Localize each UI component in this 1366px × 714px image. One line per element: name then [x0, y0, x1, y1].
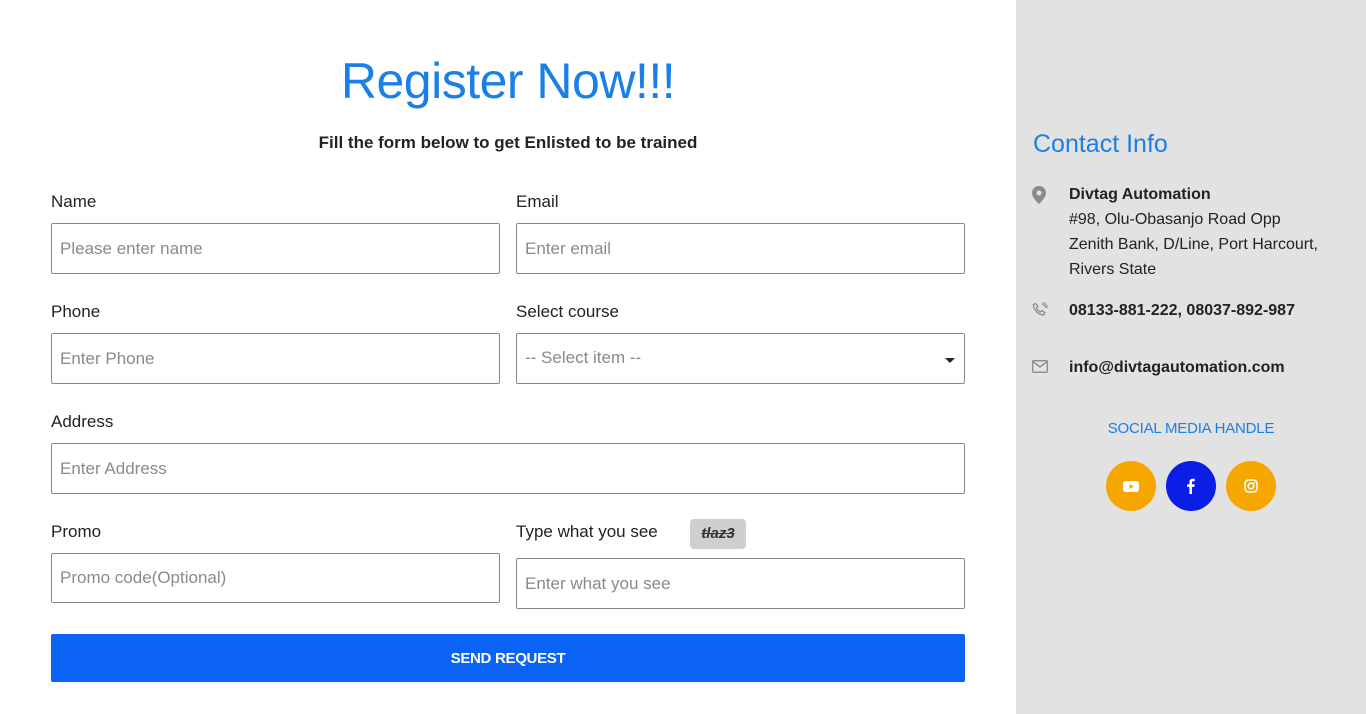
address-input[interactable] — [51, 443, 965, 494]
contact-sidebar: Contact Info Divtag Automation #98, Olu-… — [1016, 0, 1366, 714]
phone-numbers: 08133-881-222, 08037-892-987 — [1069, 302, 1295, 319]
page-title: Register Now!!! — [340, 53, 676, 109]
captcha-input[interactable] — [516, 558, 965, 609]
map-pin-icon — [1032, 186, 1052, 204]
envelope-icon — [1032, 360, 1052, 378]
promo-input[interactable] — [51, 553, 500, 603]
course-label: Select course — [516, 302, 619, 321]
chevron-down-icon — [945, 358, 955, 363]
contact-phones: 08133-881-222, 08037-892-987 — [1069, 298, 1295, 323]
name-label: Name — [51, 192, 97, 211]
send-request-button[interactable]: SEND REQUEST — [51, 634, 965, 682]
address-line-1: #98, Olu-Obasanjo Road Opp — [1069, 211, 1281, 228]
social-media-title: SOCIAL MEDIA HANDLE — [1107, 420, 1275, 437]
contact-title: Contact Info — [1033, 130, 1168, 158]
facebook-icon[interactable] — [1166, 461, 1216, 511]
youtube-icon[interactable] — [1106, 461, 1156, 511]
form-subtitle: Fill the form below to get Enlisted to b… — [318, 133, 698, 152]
captcha-image: tlaz3 — [690, 519, 746, 549]
promo-label: Promo — [51, 522, 102, 541]
email-address: info@divtagautomation.com — [1069, 359, 1285, 376]
phone-input[interactable] — [51, 333, 500, 384]
phone-icon — [1032, 302, 1052, 320]
email-label: Email — [516, 192, 559, 211]
course-selected-value: -- Select item -- — [525, 348, 642, 367]
address-line-3: Rivers State — [1069, 261, 1157, 278]
company-name: Divtag Automation — [1069, 186, 1211, 203]
course-select[interactable]: -- Select item -- — [516, 333, 965, 384]
address-line-2: Zenith Bank, D/Line, Port Harcourt, — [1069, 236, 1318, 253]
phone-label: Phone — [51, 302, 101, 321]
captcha-label: Type what you see — [516, 522, 658, 541]
registration-form-section: Register Now!!! Fill the form below to g… — [0, 0, 1016, 714]
name-input[interactable] — [51, 223, 500, 274]
contact-email: info@divtagautomation.com — [1069, 355, 1285, 380]
contact-address-block: Divtag Automation #98, Olu-Obasanjo Road… — [1069, 182, 1318, 282]
instagram-icon[interactable] — [1226, 461, 1276, 511]
address-label: Address — [51, 412, 114, 431]
email-input[interactable] — [516, 223, 965, 274]
